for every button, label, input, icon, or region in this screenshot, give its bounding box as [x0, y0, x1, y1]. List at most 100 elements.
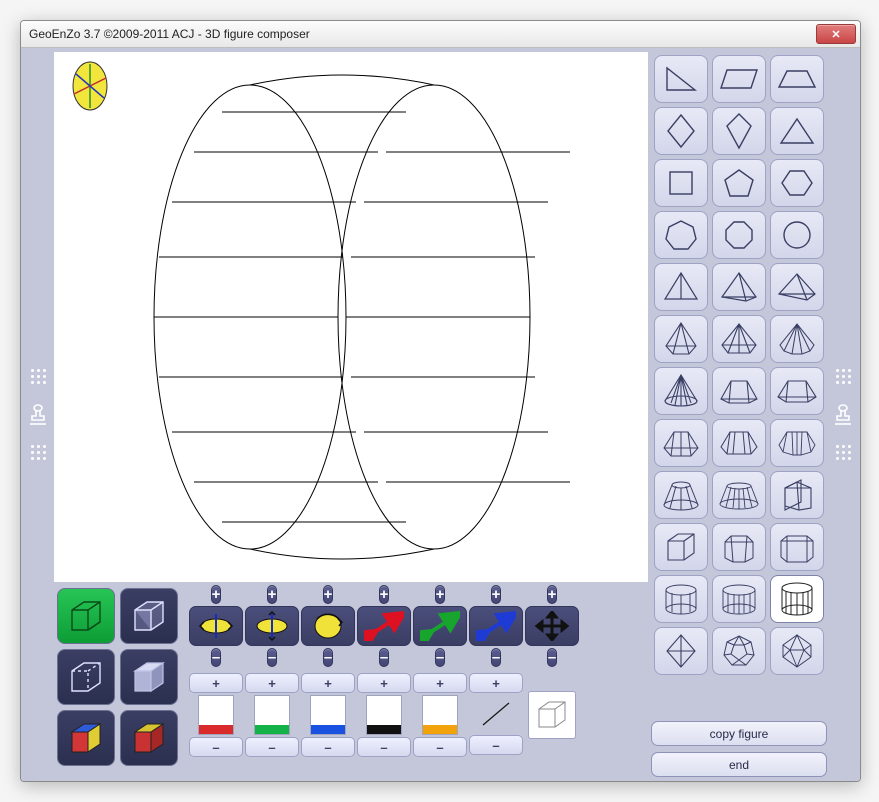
shape-frustum-hex[interactable]: [712, 419, 766, 467]
close-button[interactable]: ✕: [816, 24, 856, 44]
swatch1-minus[interactable]: –: [189, 737, 243, 757]
shape-frustum-oct[interactable]: [770, 419, 824, 467]
shape-frustum-pent[interactable]: [654, 419, 708, 467]
rot-x-icon: [189, 606, 243, 646]
mode-wireframe-button[interactable]: [57, 588, 115, 644]
grid-drag-icon[interactable]: [834, 368, 852, 386]
shape-octagonal-pyramid[interactable]: [770, 315, 824, 363]
titlebar: GeoEnZo 3.7 ©2009-2011 ACJ - 3D figure c…: [21, 21, 860, 48]
right-column: copy figure end: [651, 52, 827, 777]
shape-pentagonal-prism[interactable]: [712, 523, 766, 571]
move-minus[interactable]: –: [547, 648, 557, 667]
move-plus[interactable]: +: [547, 585, 558, 604]
scale-y-minus[interactable]: –: [435, 648, 445, 667]
swatch4-minus[interactable]: –: [357, 737, 411, 757]
swatch-row: + – + – + – + – + – + –: [190, 673, 648, 757]
right-rail: [830, 52, 856, 777]
shape-square-pyramid[interactable]: [712, 263, 766, 311]
shape-trapezoid[interactable]: [770, 55, 824, 103]
mode-solid-grey-button[interactable]: [120, 649, 178, 705]
rot-z-plus[interactable]: +: [323, 585, 334, 604]
shape-hexagonal-pyramid[interactable]: [712, 315, 766, 363]
rot-z-minus[interactable]: –: [323, 648, 333, 667]
linewidth-minus[interactable]: –: [469, 735, 523, 755]
scale-y-plus[interactable]: +: [435, 585, 446, 604]
swatch2-plus[interactable]: +: [245, 673, 299, 693]
linewidth-plus[interactable]: +: [469, 673, 523, 693]
swatch2[interactable]: [254, 695, 290, 735]
shape-dodecahedron[interactable]: [712, 627, 766, 675]
shape-hexagon[interactable]: [770, 159, 824, 207]
client-area: + – + –: [21, 48, 860, 781]
scale-y-icon: [413, 606, 467, 646]
shape-hexagonal-prism[interactable]: [770, 523, 824, 571]
rot-x-plus[interactable]: +: [211, 585, 222, 604]
rot-x-minus[interactable]: –: [211, 648, 221, 667]
swatch1-plus[interactable]: +: [189, 673, 243, 693]
swatch1[interactable]: [198, 695, 234, 735]
canvas-3d[interactable]: [54, 52, 648, 582]
scale-x-plus[interactable]: +: [379, 585, 390, 604]
swatch5-minus[interactable]: –: [413, 737, 467, 757]
center-column: + – + –: [54, 52, 648, 777]
shape-right-triangle[interactable]: [654, 55, 708, 103]
shape-octahedron[interactable]: [654, 627, 708, 675]
shape-palette: [651, 52, 827, 715]
move-icon: [525, 606, 579, 646]
swatch3[interactable]: [310, 695, 346, 735]
swatch4[interactable]: [366, 695, 402, 735]
swatch3-plus[interactable]: +: [301, 673, 355, 693]
shape-cone[interactable]: [654, 367, 708, 415]
grid-drag-icon[interactable]: [834, 444, 852, 462]
shape-rhombus[interactable]: [654, 107, 708, 155]
shape-pentagon[interactable]: [712, 159, 766, 207]
window-title: GeoEnZo 3.7 ©2009-2011 ACJ - 3D figure c…: [29, 27, 816, 41]
left-rail: [25, 52, 51, 777]
rot-y-minus[interactable]: –: [267, 648, 277, 667]
shape-square[interactable]: [654, 159, 708, 207]
shape-octagon[interactable]: [712, 211, 766, 259]
swatch2-minus[interactable]: –: [245, 737, 299, 757]
shape-octagonal-prism[interactable]: [712, 575, 766, 623]
scale-x-icon: [357, 606, 411, 646]
shape-pentagonal-pyramid[interactable]: [654, 315, 708, 363]
swatch5[interactable]: [422, 695, 458, 735]
end-button[interactable]: end: [651, 752, 827, 777]
shape-cylinder[interactable]: [770, 575, 824, 623]
shape-triangular-prism[interactable]: [770, 471, 824, 519]
stamp-icon[interactable]: [833, 404, 853, 426]
shape-frustum-cone-1[interactable]: [654, 471, 708, 519]
mode-solid-rgb-button[interactable]: [57, 710, 115, 766]
shape-heptagonal-prism[interactable]: [654, 575, 708, 623]
view-modes: [54, 585, 186, 777]
shape-parallelogram[interactable]: [712, 55, 766, 103]
shape-icosahedron[interactable]: [770, 627, 824, 675]
mode-hidden-dashed-button[interactable]: [57, 649, 115, 705]
rotation-row: + – + –: [190, 585, 648, 667]
rot-y-plus[interactable]: +: [267, 585, 278, 604]
bottom-panels: + – + –: [54, 585, 648, 777]
grid-drag-icon[interactable]: [29, 444, 47, 462]
scale-z-plus[interactable]: +: [491, 585, 502, 604]
shape-tetrahedron[interactable]: [654, 263, 708, 311]
mode-transparent-button[interactable]: [120, 588, 178, 644]
stamp-icon[interactable]: [28, 404, 48, 426]
shape-cube[interactable]: [654, 523, 708, 571]
shape-frustum-square[interactable]: [712, 367, 766, 415]
shape-frustum-rect[interactable]: [770, 367, 824, 415]
grid-drag-icon[interactable]: [29, 368, 47, 386]
shape-rect-pyramid[interactable]: [770, 263, 824, 311]
shape-frustum-cone-2[interactable]: [712, 471, 766, 519]
shape-kite[interactable]: [712, 107, 766, 155]
mode-solid-color-button[interactable]: [120, 710, 178, 766]
swatch5-plus[interactable]: +: [413, 673, 467, 693]
copy-figure-button[interactable]: copy figure: [651, 721, 827, 746]
swatch3-minus[interactable]: –: [301, 737, 355, 757]
shape-heptagon[interactable]: [654, 211, 708, 259]
scale-x-minus[interactable]: –: [379, 648, 389, 667]
preview-cube: [528, 691, 576, 739]
scale-z-minus[interactable]: –: [491, 648, 501, 667]
swatch4-plus[interactable]: +: [357, 673, 411, 693]
shape-triangle[interactable]: [770, 107, 824, 155]
shape-circle[interactable]: [770, 211, 824, 259]
